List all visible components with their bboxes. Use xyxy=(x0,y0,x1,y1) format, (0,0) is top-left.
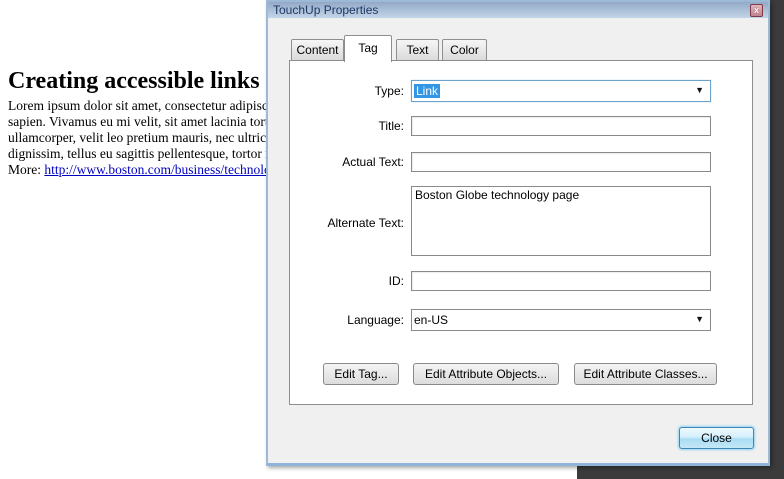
document-more-line: More: http://www.boston.com/business/tec… xyxy=(8,162,288,178)
document-paragraph-line: ullamcorper, velit leo pretium mauris, n… xyxy=(8,130,291,146)
document-heading: Creating accessible links xyxy=(8,68,260,95)
alternate-text-label: Alternate Text: xyxy=(290,216,404,230)
edit-attribute-classes-button[interactable]: Edit Attribute Classes... xyxy=(574,363,717,385)
id-input[interactable] xyxy=(411,271,711,291)
actual-text-label: Actual Text: xyxy=(290,155,404,169)
tab-content[interactable]: Content xyxy=(291,39,344,61)
alternate-text-textarea[interactable]: Boston Globe technology page xyxy=(411,186,711,256)
touchup-properties-dialog: TouchUp Properties x Content Tag Text Co… xyxy=(266,0,770,466)
tab-tag[interactable]: Tag xyxy=(344,35,392,62)
id-label: ID: xyxy=(290,274,404,288)
tab-text[interactable]: Text xyxy=(396,39,439,61)
actual-text-input[interactable] xyxy=(411,152,711,172)
dialog-title: TouchUp Properties xyxy=(273,3,378,17)
document-hyperlink[interactable]: http://www.boston.com/business/technolog… xyxy=(44,162,288,177)
type-value: Link xyxy=(414,84,440,98)
document-paragraph-line: dignissim, tellus eu sagittis pellentesq… xyxy=(8,146,291,162)
tag-tab-panel: Type: Link ▼ Title: Actual Text: Alterna… xyxy=(289,60,753,405)
edit-attribute-objects-button[interactable]: Edit Attribute Objects... xyxy=(413,363,559,385)
title-label: Title: xyxy=(290,119,404,133)
document-paragraph-line: sapien. Vivamus eu mi velit, sit amet la… xyxy=(8,114,295,130)
language-label: Language: xyxy=(290,313,404,327)
more-label: More: xyxy=(8,162,44,177)
type-label: Type: xyxy=(290,84,404,98)
close-icon[interactable]: x xyxy=(750,4,763,17)
type-combobox[interactable]: Link ▼ xyxy=(411,80,711,102)
edit-tag-button[interactable]: Edit Tag... xyxy=(323,363,399,385)
title-input[interactable] xyxy=(411,116,711,136)
document-paragraph-line: Lorem ipsum dolor sit amet, consectetur … xyxy=(8,98,294,114)
close-button[interactable]: Close xyxy=(679,427,754,449)
dialog-titlebar[interactable]: TouchUp Properties x xyxy=(268,2,768,18)
language-value: en-US xyxy=(414,313,448,327)
chevron-down-icon[interactable]: ▼ xyxy=(695,85,704,95)
language-combobox[interactable]: en-US ▼ xyxy=(411,309,711,331)
tab-color[interactable]: Color xyxy=(442,39,487,61)
chevron-down-icon[interactable]: ▼ xyxy=(695,314,704,324)
